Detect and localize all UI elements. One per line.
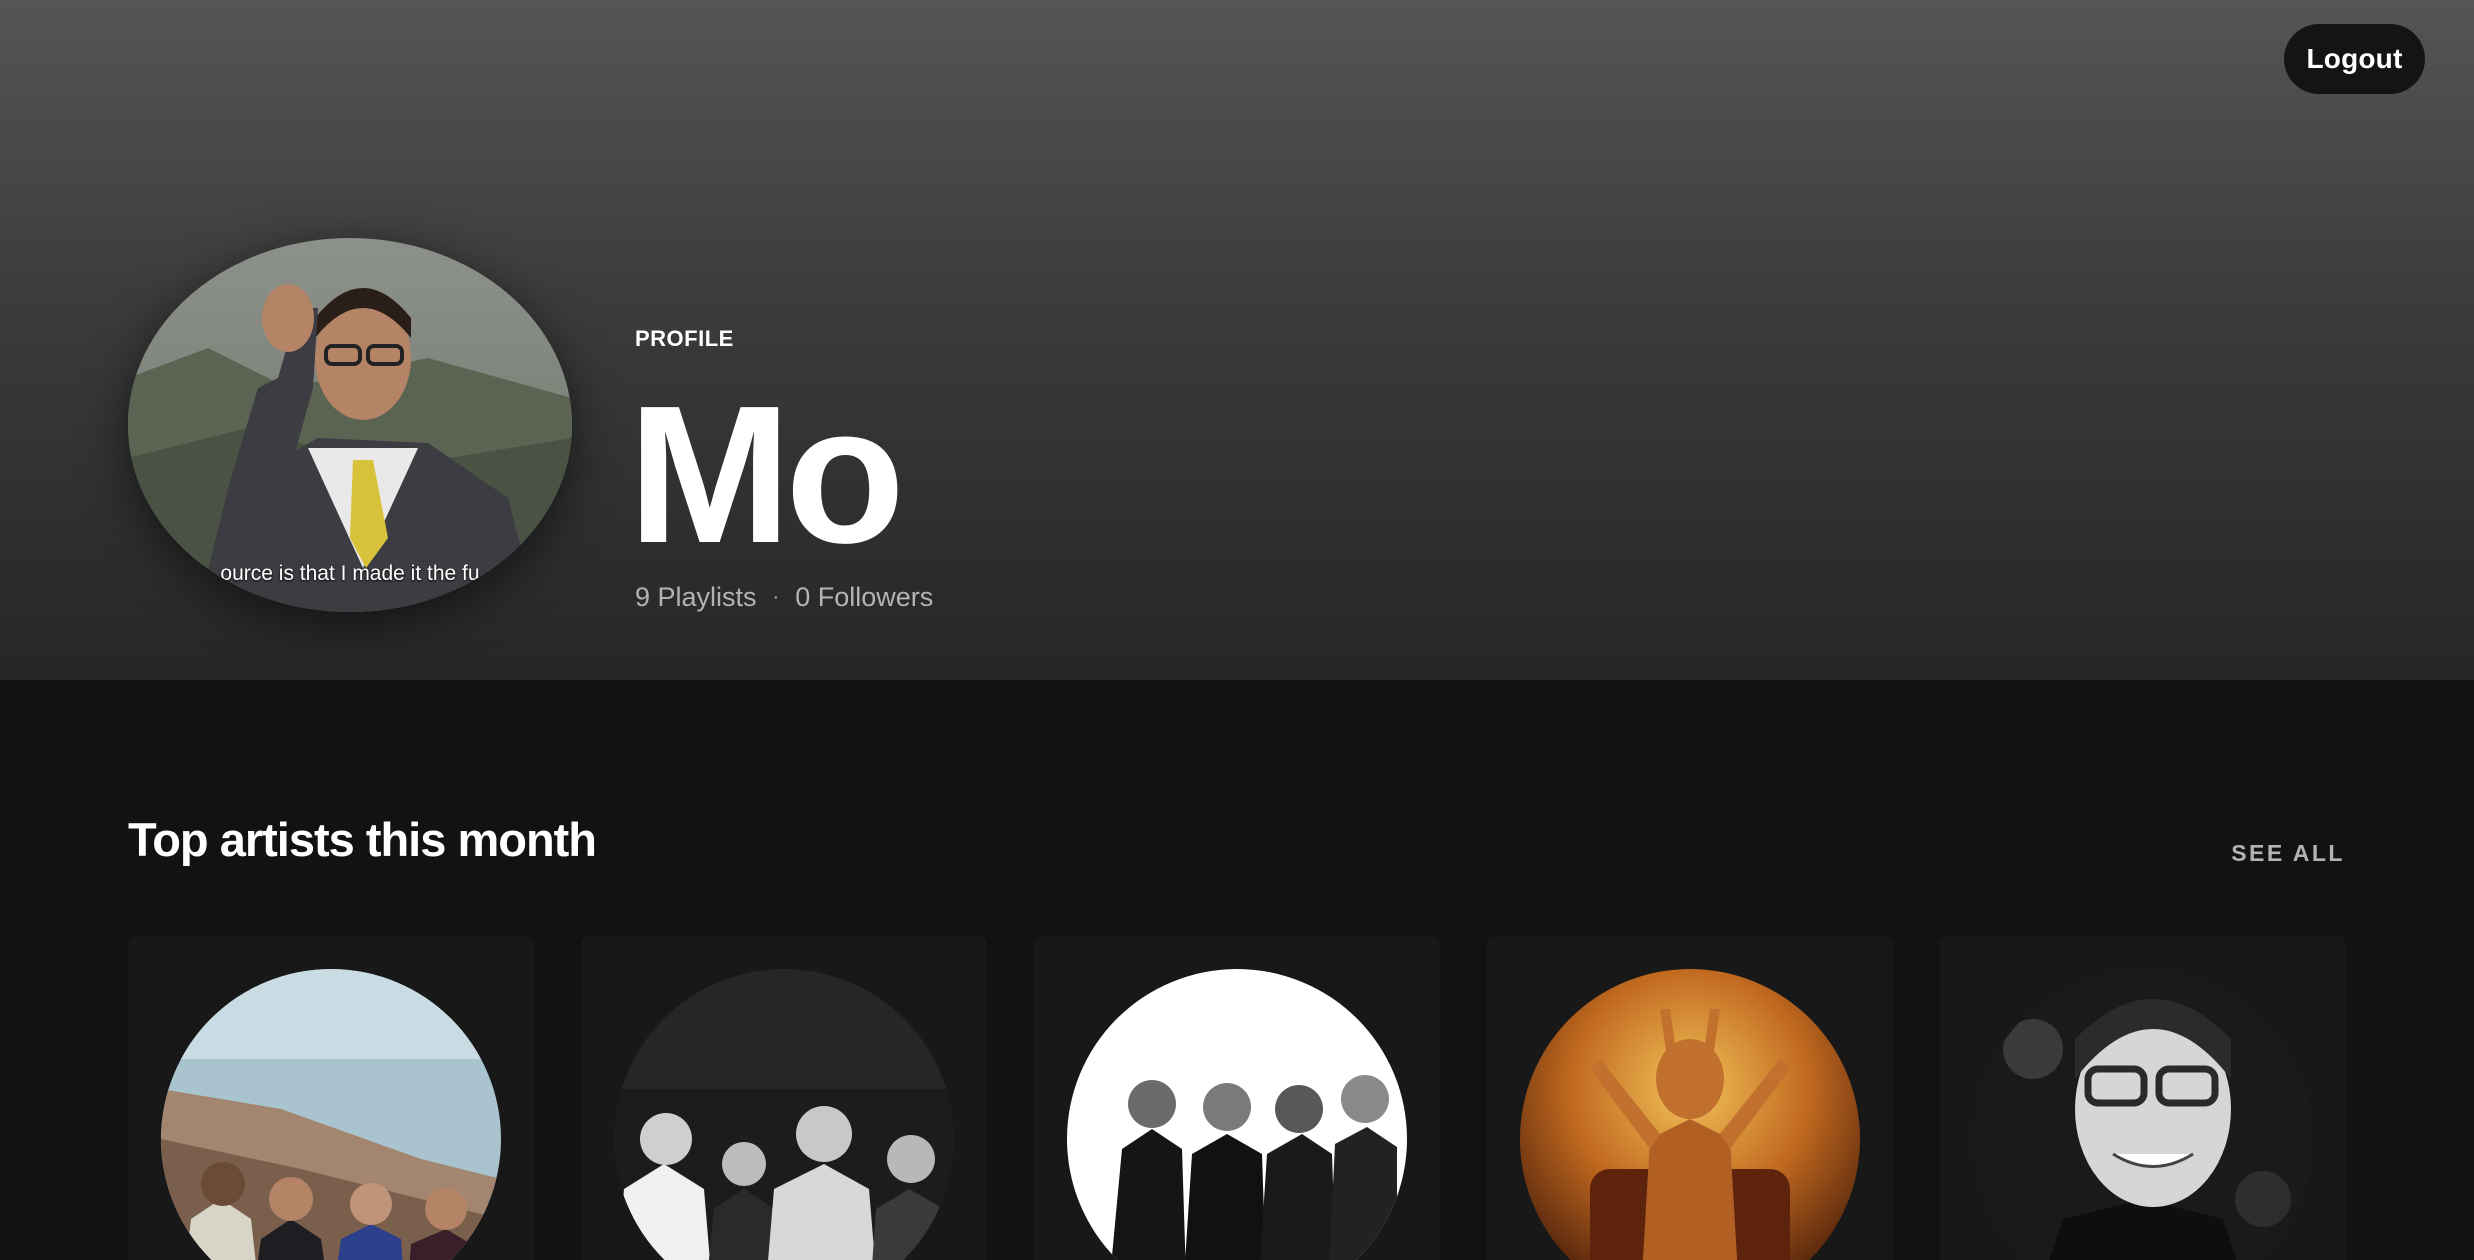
artist-image [1520, 969, 1860, 1260]
see-all-link[interactable]: SEE ALL [2231, 840, 2345, 867]
avatar-image [128, 238, 572, 612]
stats-separator: · [772, 586, 780, 608]
playlists-count[interactable]: 9 Playlists [635, 582, 757, 613]
profile-name: Mo [628, 365, 905, 584]
top-artists-title: Top artists this month [128, 813, 597, 866]
avatar-caption: ource is that I made it the fu [220, 562, 480, 585]
artist-image [161, 969, 501, 1260]
artist-image [614, 969, 954, 1260]
followers-count[interactable]: 0 Followers [795, 582, 933, 613]
profile-page: Logout ource is that I made it the fu PR… [0, 0, 2474, 1260]
profile-stats: 9 Playlists · 0 Followers [635, 582, 933, 613]
profile-type-label: PROFILE [635, 326, 734, 351]
logout-button[interactable]: Logout [2284, 24, 2425, 94]
artist-card[interactable] [581, 936, 987, 1260]
artist-card[interactable] [1034, 936, 1440, 1260]
artist-image [1973, 969, 2313, 1260]
artist-card[interactable] [128, 936, 534, 1260]
artist-card[interactable] [1940, 936, 2346, 1260]
artist-image [1067, 969, 1407, 1260]
avatar: ource is that I made it the fu [128, 238, 572, 612]
artist-card[interactable] [1487, 936, 1893, 1260]
